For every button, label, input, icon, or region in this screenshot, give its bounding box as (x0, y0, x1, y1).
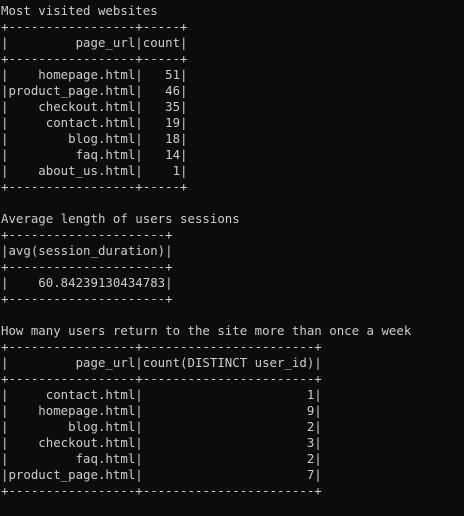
table-row: | blog.html| 2| (1, 419, 322, 434)
section-title-returning-users: How many users return to the site more t… (1, 323, 412, 338)
table-border: +-----------------+---------------------… (1, 339, 322, 354)
section-title-most-visited: Most visited websites (1, 3, 158, 18)
terminal-output[interactable]: Most visited websites +-----------------… (0, 3, 464, 513)
table-row: | about_us.html| 1| (1, 163, 188, 178)
table-row: | faq.html| 2| (1, 451, 322, 466)
table-row: | checkout.html| 3| (1, 435, 322, 450)
table-row: | blog.html| 18| (1, 131, 188, 146)
table-row: |product_page.html| 7| (1, 467, 322, 482)
table-row: | checkout.html| 35| (1, 99, 188, 114)
table-border: +-----------------+-----+ (1, 51, 188, 66)
table-header-row: |avg(session_duration)| (1, 243, 173, 258)
table-row: | homepage.html| 9| (1, 403, 322, 418)
table-row: | homepage.html| 51| (1, 67, 188, 82)
table-border: +---------------------+ (1, 227, 173, 242)
table-row: | contact.html| 19| (1, 115, 188, 130)
table-border: +-----------------+-----+ (1, 19, 188, 34)
table-border: +-----------------+-----+ (1, 179, 188, 194)
table-border: +-----------------+---------------------… (1, 371, 322, 386)
table-row: | 60.84239130434783| (1, 275, 173, 290)
table-header-row: | page_url|count(DISTINCT user_id)| (1, 355, 322, 370)
table-header-row: | page_url|count| (1, 35, 188, 50)
table-border: +---------------------+ (1, 259, 173, 274)
section-title-average-session: Average length of users sessions (1, 211, 240, 226)
table-border: +---------------------+ (1, 291, 173, 306)
table-row: | faq.html| 14| (1, 147, 188, 162)
table-row: |product_page.html| 46| (1, 83, 188, 98)
table-border: +-----------------+---------------------… (1, 483, 322, 498)
table-row: | contact.html| 1| (1, 387, 322, 402)
